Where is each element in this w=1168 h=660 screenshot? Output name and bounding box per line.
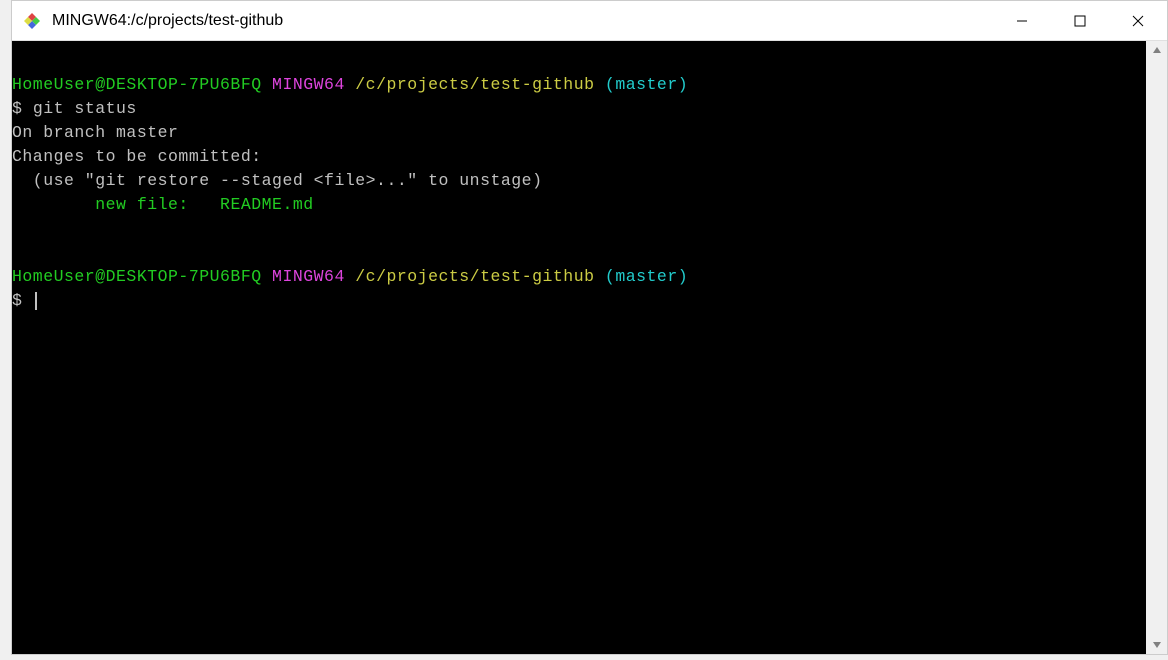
scroll-up-icon[interactable] (1151, 44, 1163, 56)
prompt-branch: (master) (605, 267, 688, 286)
output-line: On branch master (12, 121, 1146, 145)
scroll-down-icon[interactable] (1151, 639, 1163, 651)
prompt-user: HomeUser@DESKTOP-7PU6BFQ (12, 75, 262, 94)
staged-file: new file: README.md (95, 195, 313, 214)
blank-line (12, 49, 1146, 73)
prompt-env: MINGW64 (272, 267, 345, 286)
command-line[interactable]: $ (12, 289, 1146, 313)
prompt-line: HomeUser@DESKTOP-7PU6BFQ MINGW64 /c/proj… (12, 73, 1146, 97)
titlebar[interactable]: MINGW64:/c/projects/test-github (12, 1, 1167, 41)
prompt-user: HomeUser@DESKTOP-7PU6BFQ (12, 267, 262, 286)
app-icon (22, 11, 42, 31)
minimize-button[interactable] (993, 1, 1051, 40)
prompt-path: /c/projects/test-github (355, 267, 594, 286)
window-controls (993, 1, 1167, 40)
prompt-path: /c/projects/test-github (355, 75, 594, 94)
vertical-scrollbar[interactable] (1146, 41, 1167, 654)
command-text: git status (33, 99, 137, 118)
command-line: $ git status (12, 97, 1146, 121)
prompt-branch: (master) (605, 75, 688, 94)
output-line: (use "git restore --staged <file>..." to… (12, 169, 1146, 193)
prompt-symbol: $ (12, 291, 33, 310)
blank-line (12, 241, 1146, 265)
window-title: MINGW64:/c/projects/test-github (52, 12, 993, 30)
indent (12, 195, 95, 214)
output-line: Changes to be committed: (12, 145, 1146, 169)
prompt-env: MINGW64 (272, 75, 345, 94)
blank-line (12, 217, 1146, 241)
output-line: new file: README.md (12, 193, 1146, 217)
prompt-line: HomeUser@DESKTOP-7PU6BFQ MINGW64 /c/proj… (12, 265, 1146, 289)
prompt-symbol: $ (12, 99, 33, 118)
close-button[interactable] (1109, 1, 1167, 40)
maximize-button[interactable] (1051, 1, 1109, 40)
terminal-window: MINGW64:/c/projects/test-github HomeUser… (11, 0, 1168, 655)
cursor-icon (35, 292, 37, 310)
terminal-area: HomeUser@DESKTOP-7PU6BFQ MINGW64 /c/proj… (12, 41, 1167, 654)
terminal-content[interactable]: HomeUser@DESKTOP-7PU6BFQ MINGW64 /c/proj… (12, 41, 1146, 654)
